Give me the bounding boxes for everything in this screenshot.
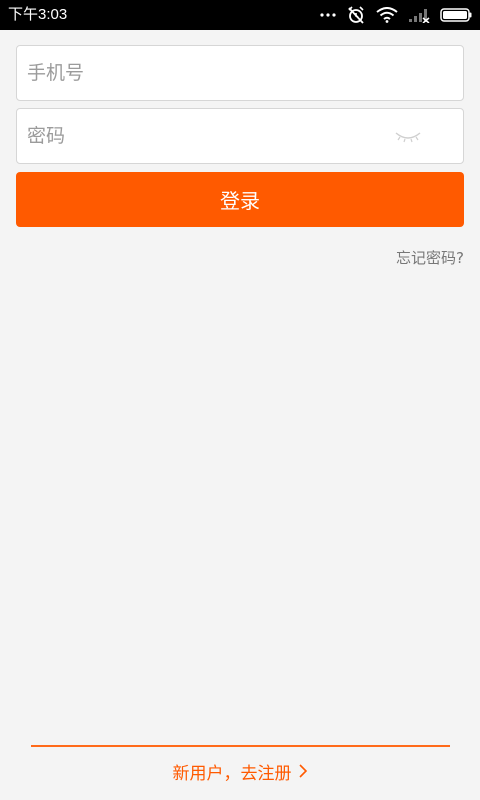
phone-field[interactable] xyxy=(16,45,464,101)
footer-divider xyxy=(31,745,450,747)
battery-icon xyxy=(440,8,472,22)
alarm-off-icon xyxy=(346,5,366,25)
signal-icon xyxy=(408,7,430,23)
register-link[interactable]: 新用户，去注册 xyxy=(0,762,480,786)
status-bar: 下午3:03 xyxy=(0,0,480,30)
chevron-right-icon xyxy=(298,762,308,786)
forgot-password-link[interactable]: 忘记密码? xyxy=(396,247,464,268)
password-field[interactable] xyxy=(16,108,464,164)
phone-input[interactable] xyxy=(27,46,387,100)
login-button[interactable]: 登录 xyxy=(16,172,464,227)
more-dots-icon xyxy=(320,13,336,17)
status-time: 下午3:03 xyxy=(8,6,68,23)
eye-closed-icon[interactable] xyxy=(393,127,423,147)
status-icons xyxy=(320,4,472,26)
password-input[interactable] xyxy=(27,109,387,163)
register-label: 新用户，去注册 xyxy=(172,764,292,784)
wifi-icon xyxy=(376,7,398,23)
